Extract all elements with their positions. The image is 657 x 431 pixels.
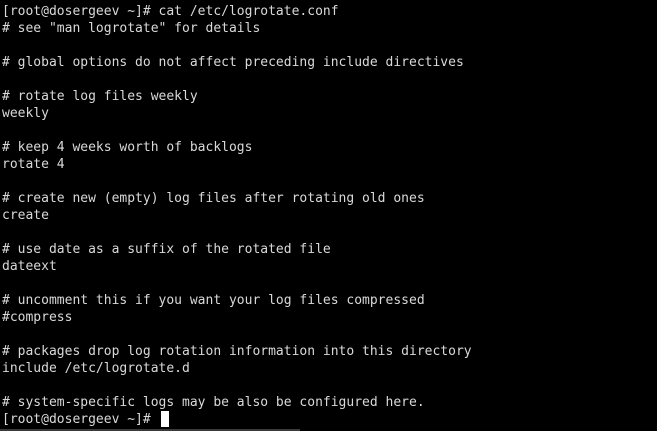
terminal-line: create (2, 208, 49, 223)
terminal-line: [root@dosergeev ~]# cat /etc/logrotate.c… (2, 4, 339, 19)
terminal-cursor (161, 411, 169, 427)
terminal-line: weekly (2, 106, 49, 121)
terminal-line: #compress (2, 310, 73, 325)
terminal-line: include /etc/logrotate.d (2, 361, 190, 376)
terminal-line: rotate 4 (2, 157, 65, 172)
terminal-line: # system-specific logs may be also be co… (2, 395, 425, 410)
terminal-line: # packages drop log rotation information… (2, 344, 472, 359)
terminal-window[interactable]: [root@dosergeev ~]# cat /etc/logrotate.c… (0, 0, 657, 431)
terminal-line: # keep 4 weeks worth of backlogs (2, 140, 253, 155)
terminal-line: # use date as a suffix of the rotated fi… (2, 242, 331, 257)
terminal-line: # uncomment this if you want your log fi… (2, 293, 425, 308)
terminal-line: dateext (2, 259, 57, 274)
terminal-prompt[interactable]: [root@dosergeev ~]# (2, 411, 159, 428)
terminal-line: # global options do not affect preceding… (2, 55, 464, 70)
terminal-line: # see "man logrotate" for details (2, 21, 261, 36)
terminal-line: # create new (empty) log files after rot… (2, 191, 425, 206)
terminal-line: # rotate log files weekly (2, 89, 198, 104)
